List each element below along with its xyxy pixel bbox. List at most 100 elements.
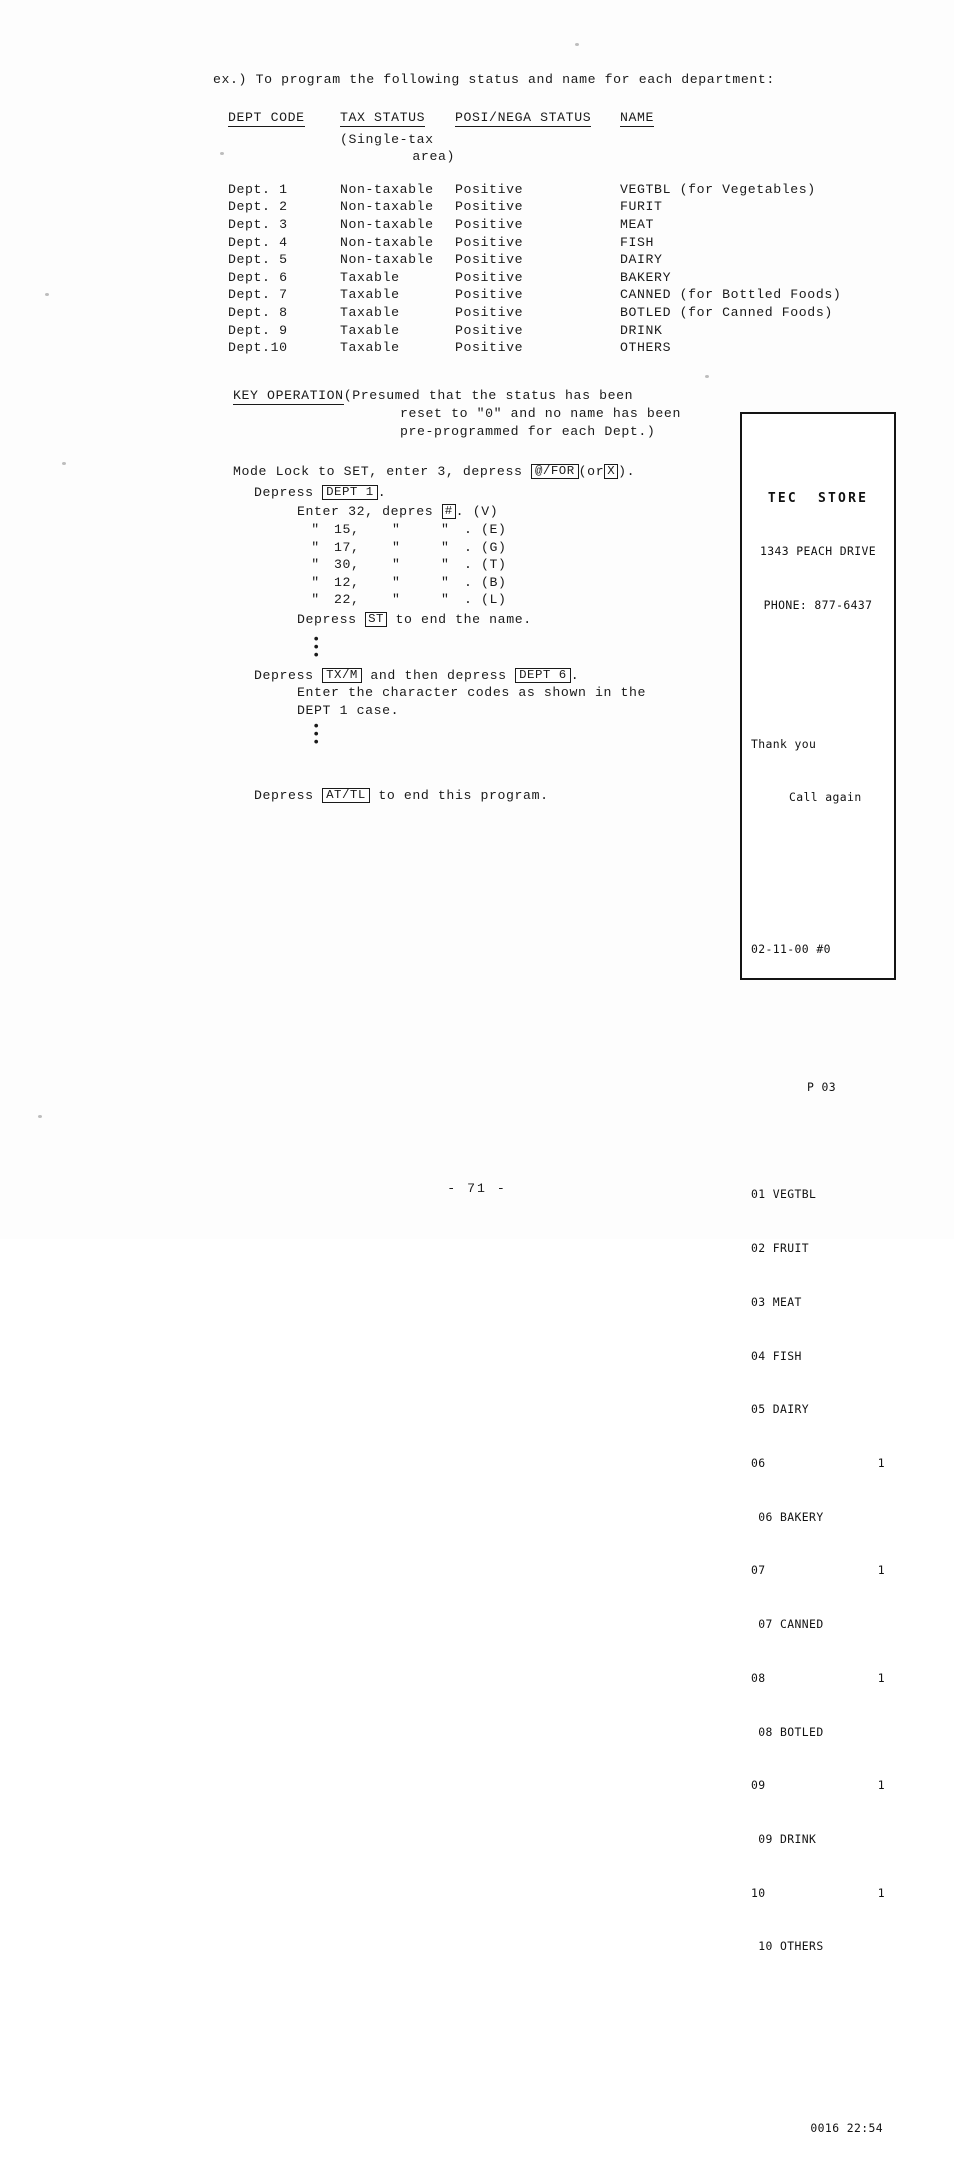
cell-posi-nega: Positive <box>455 340 524 356</box>
cell-dept-code: Dept. 5 <box>228 252 288 268</box>
enter-32-label: Enter 32, depres <box>297 504 442 520</box>
cell-posi-nega: Positive <box>455 322 524 338</box>
cell-name: CANNED (for Bottled Foods) <box>620 287 842 303</box>
table-row: Dept. 8 Taxable Positive BOTLED (for Can… <box>228 304 880 322</box>
key-at-tl[interactable]: AT/TL <box>322 788 370 804</box>
key-operation-title: KEY OPERATION <box>233 388 344 405</box>
receipt-item-label: 05 DAIRY <box>751 1402 810 1417</box>
cell-dept-code: Dept. 3 <box>228 216 288 232</box>
ditto-1: " <box>311 557 320 573</box>
receipt-item-label: 04 FISH <box>751 1348 802 1363</box>
mode-lock-end-text: ). <box>618 464 636 480</box>
receipt-item-qty <box>867 1616 885 1634</box>
depress-label: Depress <box>297 611 366 627</box>
receipt-item-label: 07 <box>751 1563 766 1578</box>
char-letter: . (G) <box>464 539 507 555</box>
key-dept-6[interactable]: DEPT 6 <box>515 667 571 683</box>
cell-dept-code: Dept. 7 <box>228 287 288 303</box>
ditto-1: " <box>311 592 320 608</box>
cell-posi-nega: Positive <box>455 269 524 285</box>
depress-attl-line: Depress AT/TL to end this program. <box>233 787 681 805</box>
receipt-item-qty <box>867 1938 885 1956</box>
table-body: Dept. 1 Non-taxable Positive VEGTBL (for… <box>228 181 880 357</box>
cell-tax-status: Taxable <box>340 269 400 285</box>
char-code-row: " 15, " " . (E) <box>297 521 681 539</box>
receipt-item-list: 01 VEGTBL 02 FRUIT 03 MEAT 04 FISH 05 DA… <box>751 1151 885 1993</box>
ditto-1: " <box>311 521 320 537</box>
ditto-2: " <box>392 592 401 608</box>
cell-dept-code: Dept.10 <box>228 340 288 356</box>
ditto-3: " <box>441 539 450 555</box>
receipt-item: 09 DRINK <box>751 1831 885 1849</box>
receipt-item: 07 1 <box>751 1562 885 1580</box>
scan-speck <box>62 462 66 465</box>
receipt-item-label: 07 CANNED <box>751 1617 824 1632</box>
and-then-depress-label: and then depress <box>361 667 516 683</box>
table-row: Dept. 5 Non-taxable Positive DAIRY <box>228 251 880 269</box>
column-header-name: NAME <box>620 110 655 127</box>
receipt-item-label: 08 BOTLED <box>751 1724 824 1739</box>
char-code-value: 17, <box>334 539 360 555</box>
key-at-for[interactable]: @/FOR <box>530 464 579 480</box>
receipt-item: 08 1 <box>751 1670 885 1688</box>
table-row: Dept. 6 Taxable Positive BAKERY <box>228 269 880 287</box>
receipt-item-qty: 1 <box>877 1670 885 1685</box>
table-header-row: DEPT CODE TAX STATUS POSI/NEGA STATUS NA… <box>228 109 880 127</box>
mode-lock-or-text: (or <box>578 464 605 480</box>
ellipsis-dot: • <box>312 631 321 648</box>
key-x[interactable]: X <box>604 464 619 480</box>
vertical-ellipsis-2: • • • <box>233 720 681 750</box>
table-row: Dept. 4 Non-taxable Positive FISH <box>228 234 880 252</box>
receipt-item-label: 03 MEAT <box>751 1294 802 1309</box>
char-code-value: 12, <box>334 574 360 590</box>
receipt-item-label: 10 OTHERS <box>751 1939 824 1954</box>
receipt-illustration: TEC STORE 1343 PEACH DRIVE PHONE: 877-64… <box>740 412 896 2135</box>
cell-tax-status: Taxable <box>340 304 400 320</box>
ditto-1: " <box>311 539 320 555</box>
cell-name: FISH <box>620 234 655 250</box>
scan-speck <box>220 152 224 155</box>
ditto-3: " <box>441 557 450 573</box>
column-header-tax-status: TAX STATUS <box>340 110 426 127</box>
scan-speck <box>575 43 579 46</box>
cell-posi-nega: Positive <box>455 181 524 197</box>
key-tx-m[interactable]: TX/M <box>322 667 362 683</box>
depress-st-line: Depress ST to end the name. <box>233 611 681 629</box>
cell-name: MEAT <box>620 216 655 232</box>
end-name-text: to end the name. <box>387 611 532 627</box>
key-operation-heading-line: KEY OPERATION(Presumed that the status h… <box>233 387 681 405</box>
scan-speck <box>45 293 49 296</box>
receipt-item: 06 BAKERY <box>751 1509 885 1527</box>
table-row: Dept. 1 Non-taxable Positive VEGTBL (for… <box>228 181 880 199</box>
receipt-item-label: 09 <box>751 1778 766 1793</box>
char-letter: . (T) <box>464 557 507 573</box>
table-subheader-row-1: (Single-tax <box>228 131 880 149</box>
cell-dept-code: Dept. 9 <box>228 322 288 338</box>
depress-dept1-line: Depress DEPT 1. <box>233 484 681 502</box>
receipt-item-label: 09 DRINK <box>751 1831 817 1846</box>
table-row: Dept. 7 Taxable Positive CANNED (for Bot… <box>228 286 880 304</box>
page-number: - 71 - <box>447 1181 507 1196</box>
cell-dept-code: Dept. 6 <box>228 269 288 285</box>
table-row: Dept.10 Taxable Positive OTHERS <box>228 339 880 357</box>
char-code-rows: " 15, " " . (E) " 17, " " . (G) " 30, " … <box>233 521 681 609</box>
cell-tax-status: Non-taxable <box>340 216 434 232</box>
cell-posi-nega: Positive <box>455 304 524 320</box>
key-st[interactable]: ST <box>365 611 387 627</box>
key-hash[interactable]: # <box>441 504 456 520</box>
char-code-row: " 17, " " . (G) <box>297 539 681 557</box>
receipt-item-qty: 1 <box>877 1778 885 1793</box>
cell-posi-nega: Positive <box>455 216 524 232</box>
scan-speck <box>38 1115 42 1118</box>
cell-tax-status: Non-taxable <box>340 199 434 215</box>
cell-tax-status: Taxable <box>340 340 400 356</box>
ditto-2: " <box>392 521 401 537</box>
table-subheader-row-2: area) <box>228 148 880 166</box>
cell-dept-code: Dept. 2 <box>228 199 288 215</box>
ditto-3: " <box>441 574 450 590</box>
subheader-single-tax: (Single-tax <box>340 131 434 147</box>
cell-name: BAKERY <box>620 269 672 285</box>
key-dept-1[interactable]: DEPT 1 <box>322 484 378 500</box>
key-operation-section: KEY OPERATION(Presumed that the status h… <box>233 387 681 805</box>
receipt-item-label: 06 <box>751 1455 766 1470</box>
